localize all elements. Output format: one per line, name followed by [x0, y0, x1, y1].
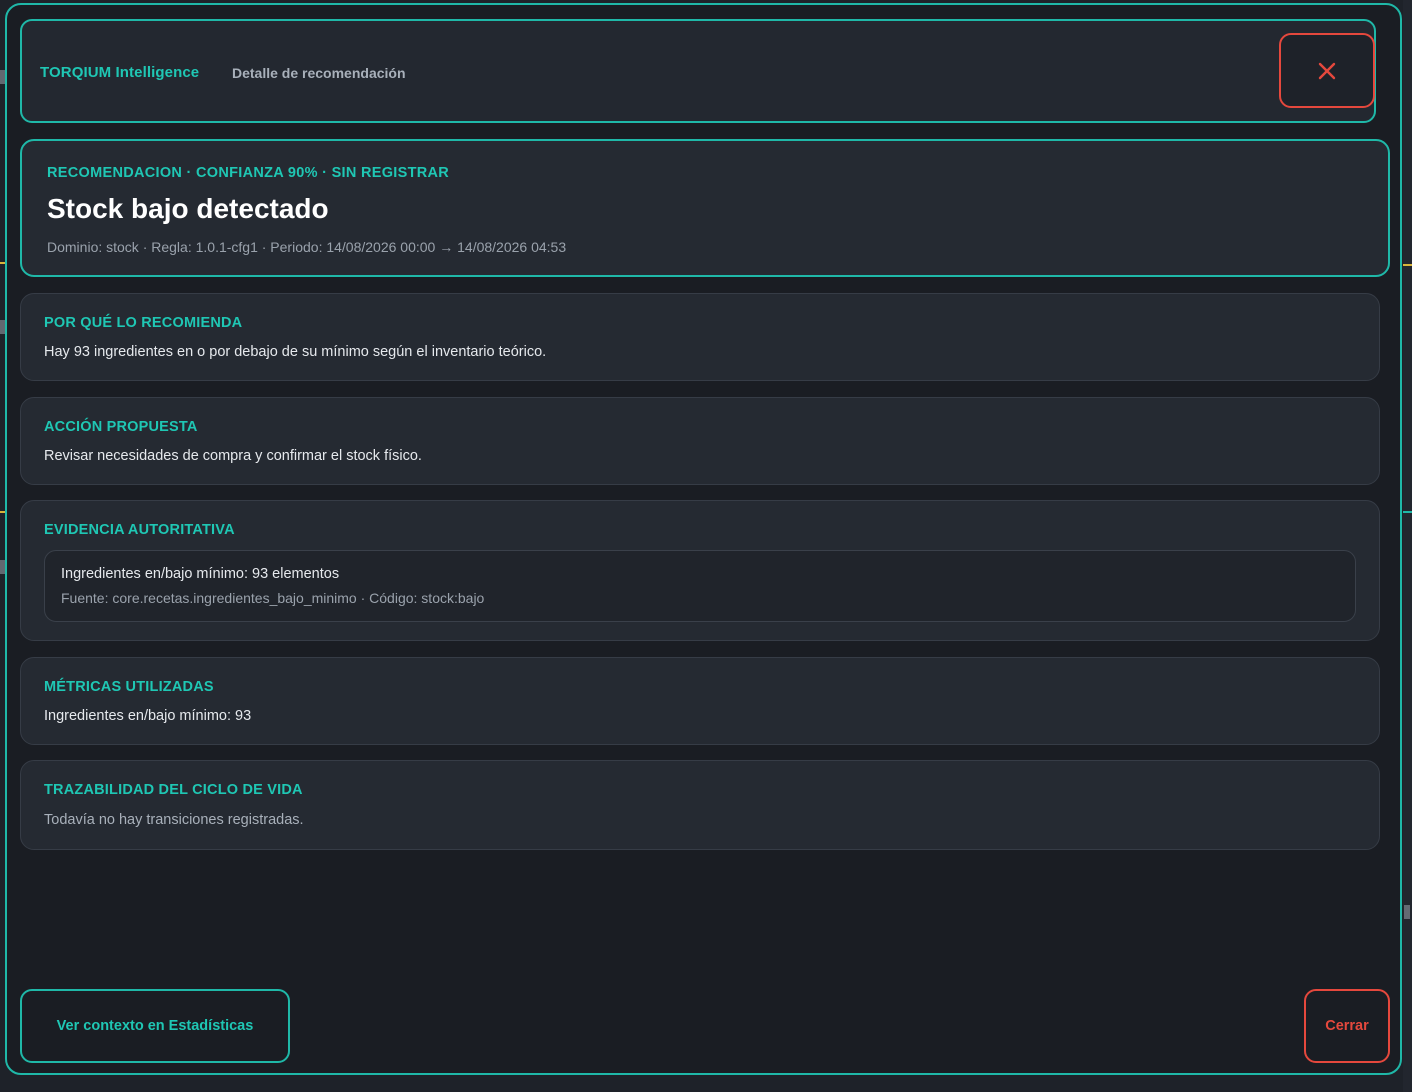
section-why: POR QUÉ LO RECOMIENDA Hay 93 ingrediente…: [20, 293, 1380, 381]
recommendation-title: Stock bajo detectado: [47, 193, 329, 224]
background-fragment: [1404, 905, 1410, 919]
section-body: Hay 93 ingredientes en o por debajo de s…: [44, 344, 547, 360]
recommendation-meta: RECOMENDACION · CONFIANZA 90% · SIN REGI…: [47, 165, 450, 181]
evidence-main-text: Ingredientes en/bajo mínimo: 93 elemento…: [61, 566, 340, 582]
recommendation-detail: Dominio: stock · Regla: 1.0.1-cfg1 · Per…: [47, 239, 567, 255]
section-title: TRAZABILIDAD DEL CICLO DE VIDA: [44, 782, 303, 798]
brand-name: TORQIUM Intelligence: [40, 64, 200, 81]
section-body: Revisar necesidades de compra y confirma…: [44, 448, 422, 464]
evidence-source: Fuente: core.recetas.ingredientes_bajo_m…: [61, 590, 485, 606]
section-metrics: MÉTRICAS UTILIZADAS Ingredientes en/bajo…: [20, 657, 1380, 745]
view-context-button[interactable]: Ver contexto en Estadísticas: [20, 989, 290, 1063]
section-title: MÉTRICAS UTILIZADAS: [44, 679, 214, 695]
section-body: Ingredientes en/bajo mínimo: 93: [44, 708, 252, 724]
close-icon: [1318, 62, 1336, 79]
section-title: ACCIÓN PROPUESTA: [44, 419, 198, 435]
modal-header: TORQIUM Intelligence Detalle de recomend…: [20, 19, 1376, 123]
cerrar-button[interactable]: Cerrar: [1304, 989, 1390, 1063]
section-title: POR QUÉ LO RECOMIENDA: [44, 315, 243, 331]
background-scrollbar-strip: [1403, 0, 1412, 1092]
section-body: Todavía no hay transiciones registradas.: [44, 812, 304, 828]
recommendation-detail-modal: TORQIUM Intelligence Detalle de recomend…: [5, 3, 1402, 1075]
recommendation-summary-card: RECOMENDACION · CONFIANZA 90% · SIN REGI…: [20, 139, 1390, 277]
evidence-item: Ingredientes en/bajo mínimo: 93 elemento…: [44, 550, 1356, 622]
section-title: EVIDENCIA AUTORITATIVA: [44, 522, 235, 538]
section-evidence: EVIDENCIA AUTORITATIVA Ingredientes en/b…: [20, 500, 1380, 641]
section-trace: TRAZABILIDAD DEL CICLO DE VIDA Todavía n…: [20, 760, 1380, 850]
background-divider: [1403, 264, 1412, 266]
section-action: ACCIÓN PROPUESTA Revisar necesidades de …: [20, 397, 1380, 485]
close-button[interactable]: [1279, 33, 1375, 108]
background-divider: [1403, 511, 1412, 513]
modal-subtitle: Detalle de recomendación: [232, 65, 406, 81]
